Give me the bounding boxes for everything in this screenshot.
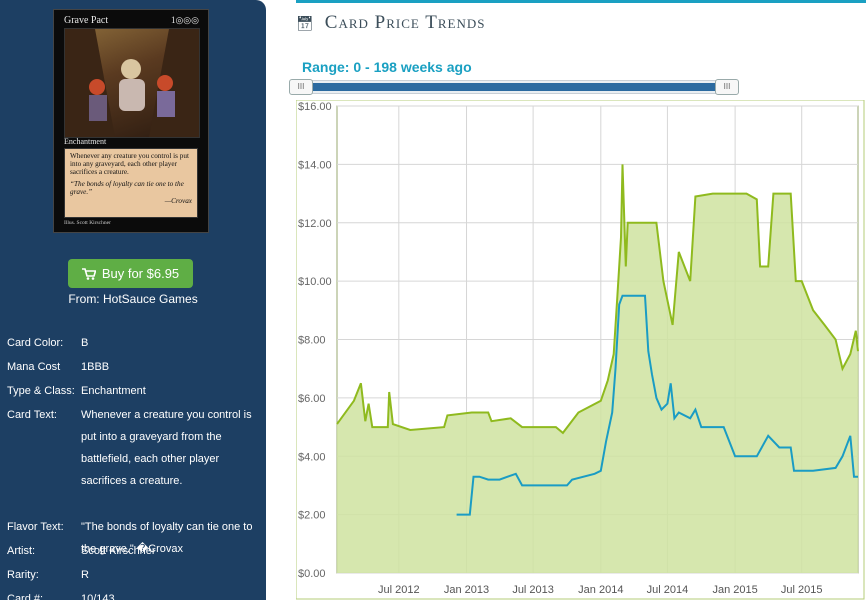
detail-rarity: Rarity: R	[7, 569, 89, 581]
page-title: 📅︎ Card Price Trends	[296, 12, 486, 33]
y-tick-label: $14.00	[298, 159, 332, 171]
card-sidebar: Grave Pact 1◎◎◎ Enchantment Whenever any…	[0, 0, 266, 600]
card-type-line: Enchantment	[64, 137, 107, 146]
x-tick-label: Jan 2015	[712, 584, 757, 596]
cart-icon	[81, 267, 96, 280]
y-axis-ticks: $0.00 $2.00 $4.00 $6.00 $8.00 $10.00 $12.00 $14…	[298, 101, 332, 580]
card-illustrator: Illus. Scott Kirschner	[64, 220, 111, 226]
card-image: Grave Pact 1◎◎◎ Enchantment Whenever any…	[53, 9, 209, 233]
y-tick-label: $6.00	[298, 393, 326, 405]
mana-cost-icon: 1◎◎◎	[170, 15, 199, 25]
card-name: Grave Pact	[64, 15, 109, 26]
range-slider-fill	[300, 83, 728, 91]
detail-type-class: Type & Class: Enchantment	[7, 385, 146, 397]
y-tick-label: $8.00	[298, 335, 326, 347]
detail-card-number: Card #: 10/143	[7, 593, 115, 600]
y-tick-label: $16.00	[298, 101, 332, 113]
card-flavor-signature: —Crovax	[164, 197, 192, 205]
x-tick-label: Jan 2014	[578, 584, 623, 596]
detail-card-color: Card Color: B	[7, 337, 89, 349]
y-tick-label: $12.00	[298, 218, 332, 230]
buy-button[interactable]: Buy for $6.95	[68, 259, 193, 288]
detail-artist: Artist: Scott Kirschner	[7, 545, 156, 557]
card-artwork	[64, 28, 200, 138]
x-tick-label: Jul 2015	[781, 584, 823, 596]
buy-button-label: Buy for $6.95	[101, 266, 180, 281]
card-rules-text: Whenever any creature you control is put…	[70, 152, 189, 176]
x-tick-label: Jul 2013	[512, 584, 554, 596]
detail-card-text: Card Text: Whenever a creature you contro…	[7, 409, 252, 487]
card-flavor-text: “The bonds of loyalty can tie one to the…	[70, 180, 184, 196]
calendar-icon: 📅︎	[296, 17, 315, 32]
detail-mana-cost: Mana Cost 1BBB	[7, 361, 110, 373]
x-axis-ticks: Jul 2012 Jan 2013 Jul 2013 Jan 2014 Jul 2014…	[378, 584, 822, 596]
range-slider[interactable]: III III	[289, 79, 739, 95]
y-tick-label: $0.00	[298, 568, 326, 580]
artwork-illustration	[65, 29, 199, 137]
detail-flavor-text: Flavor Text: "The bonds of loyalty can ti…	[7, 521, 253, 555]
y-tick-label: $10.00	[298, 276, 332, 288]
x-tick-label: Jul 2014	[647, 584, 689, 596]
x-tick-label: Jan 2013	[444, 584, 489, 596]
range-handle-start[interactable]: III	[289, 79, 313, 95]
y-tick-label: $2.00	[298, 510, 326, 522]
price-chart: $0.00 $2.00 $4.00 $6.00 $8.00 $10.00 $12.00 $14…	[296, 100, 865, 600]
card-textbox: Whenever any creature you control is put…	[64, 148, 198, 218]
header-accent-line	[296, 0, 866, 3]
y-tick-label: $4.00	[298, 451, 326, 463]
seller-name: From: HotSauce Games	[68, 292, 198, 306]
x-tick-label: Jul 2012	[378, 584, 420, 596]
range-handle-end[interactable]: III	[715, 79, 739, 95]
range-label: Range: 0 - 198 weeks ago	[302, 59, 472, 75]
